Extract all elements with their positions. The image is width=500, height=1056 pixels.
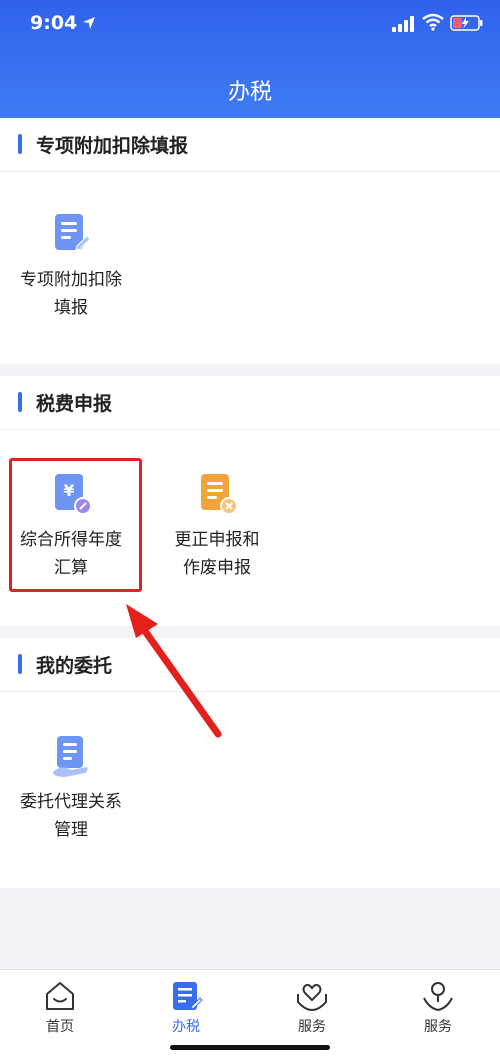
section-accent-bar (18, 392, 22, 412)
location-arrow-icon (83, 17, 95, 29)
tab-label: 服务 (424, 1019, 452, 1035)
section-my-delegation: 我的委托 委托代理关系 管理 (0, 638, 500, 888)
tab-tax[interactable]: 办税 (146, 980, 226, 1036)
annotation-arrow (126, 604, 222, 738)
home-icon (46, 982, 74, 1010)
wifi-icon (422, 13, 444, 31)
section-accent-bar (18, 134, 22, 154)
tile-agency-relationship[interactable]: 委托代理关系 管理 (6, 734, 136, 844)
heart-hand-icon (297, 983, 327, 1012)
home-indicator (170, 1045, 330, 1050)
tab-service[interactable]: 服务 (272, 980, 352, 1036)
battery-charging-icon (450, 15, 483, 31)
tile-label: 委托代理关系 管理 (20, 792, 122, 840)
section-special-deduction: 专项附加扣除填报 专项附加扣除 填报 (0, 118, 500, 364)
document-hand-icon (53, 736, 88, 777)
document-cancel-icon (201, 474, 237, 515)
signal-icon (392, 16, 414, 32)
tile-correct-void-filing[interactable]: 更正申报和 作废申报 (152, 472, 282, 582)
status-time: 9:04 (30, 12, 78, 34)
tile-special-deduction-fill[interactable]: 专项附加扣除 填报 (6, 212, 136, 322)
section-header: 我的委托 (0, 638, 500, 692)
section-header: 税费申报 (0, 376, 500, 430)
tile-label: 专项附加扣除 填报 (20, 270, 122, 318)
tab-home[interactable]: 首页 (20, 980, 100, 1036)
highlight-box (9, 458, 142, 592)
tax-document-icon (173, 982, 203, 1010)
tab-service-2[interactable]: 服务 (398, 980, 478, 1036)
tab-label: 服务 (298, 1019, 326, 1035)
person-service-icon (423, 982, 453, 1012)
section-header: 专项附加扣除填报 (0, 118, 500, 172)
tab-bar: 首页 办税 服务 服务 (0, 969, 500, 1056)
status-bar: 9:04 (0, 0, 500, 50)
section-title: 税费申报 (36, 393, 113, 415)
tab-label: 首页 (46, 1019, 74, 1035)
document-edit-icon (55, 214, 91, 251)
tile-label: 更正申报和 作废申报 (174, 530, 260, 578)
section-title: 专项附加扣除填报 (36, 135, 189, 157)
header: 9:04 办税 (0, 0, 500, 118)
tab-label: 办税 (172, 1019, 200, 1035)
section-accent-bar (18, 654, 22, 674)
page-title: 办税 (227, 80, 272, 105)
section-title: 我的委托 (36, 655, 113, 677)
